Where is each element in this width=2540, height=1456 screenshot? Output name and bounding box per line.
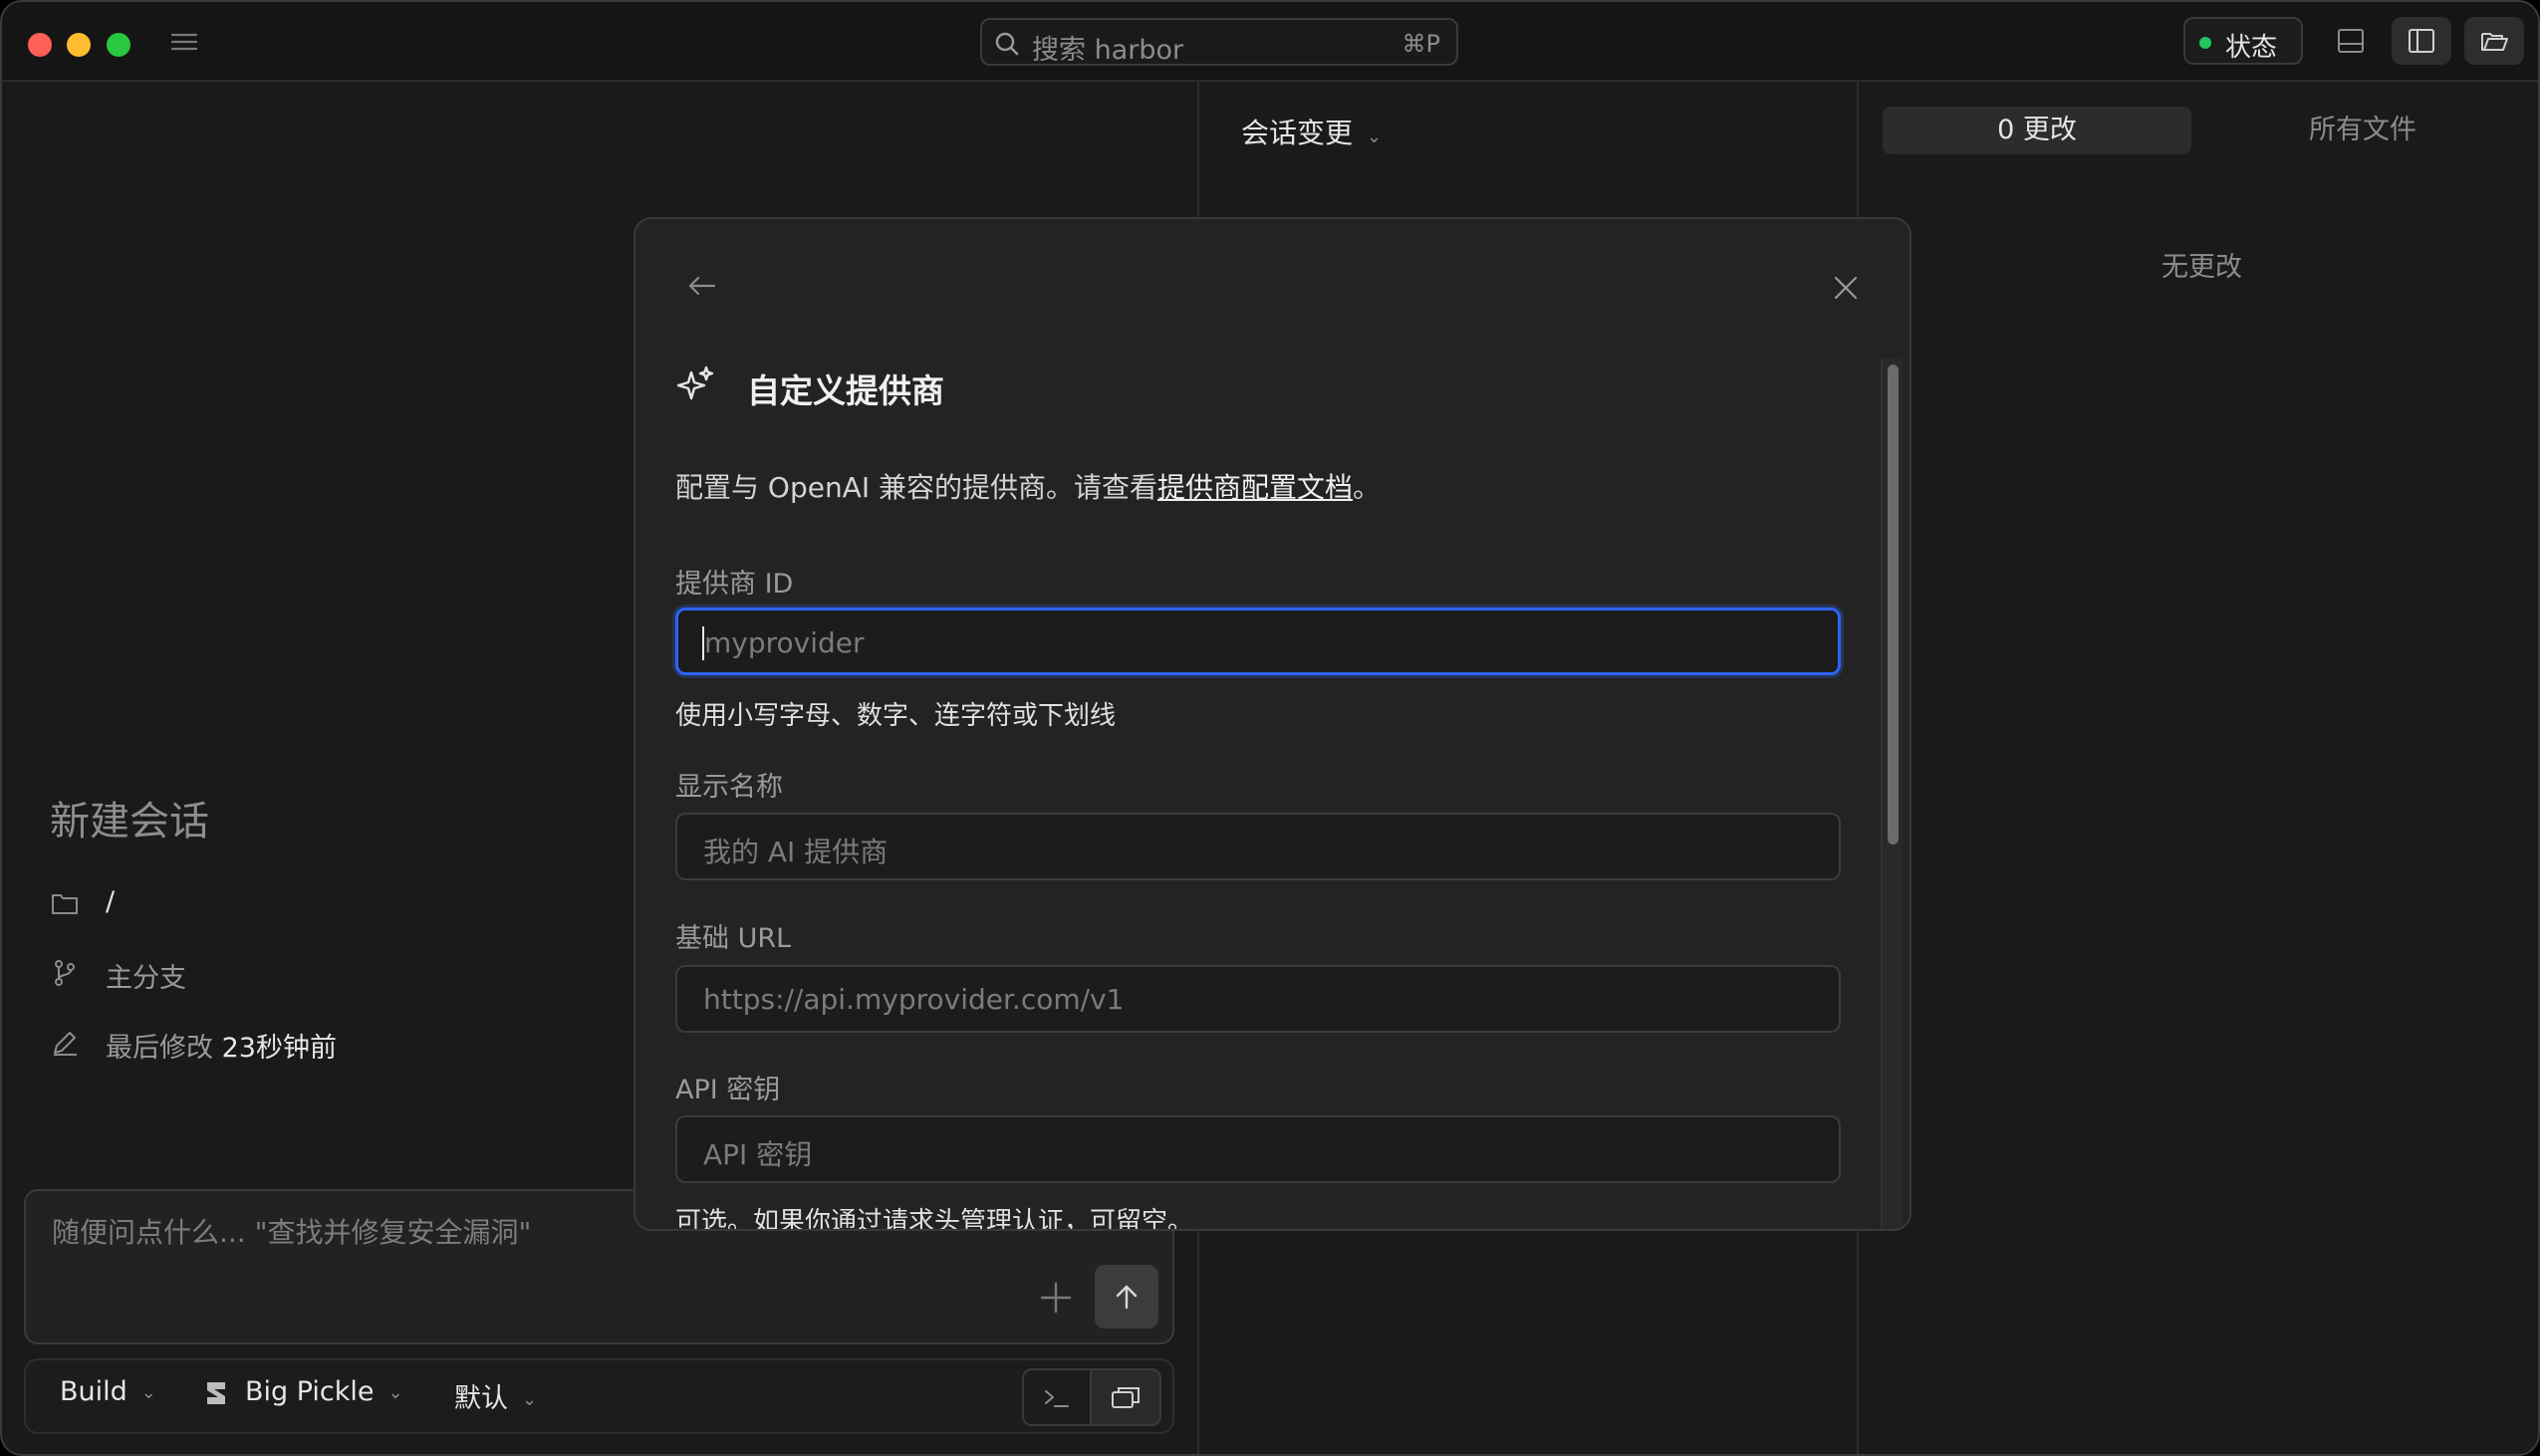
variant-label: 默认 [454,1383,508,1414]
close-icon [1834,276,1858,300]
api-key-help: 可选。如果你通过请求头管理认证，可留空。 [675,1207,1194,1231]
base-url-label: 基础 URL [675,923,792,954]
title-bar: 搜索 harbor ⌘P 状态 [2,2,2538,82]
model-label: Big Pickle [245,1376,375,1407]
toggle-sidebar-button[interactable] [2392,17,2451,65]
display-name-input[interactable]: 我的 AI 提供商 [675,813,1841,880]
search-bar[interactable]: 搜索 harbor ⌘P [980,18,1458,66]
status-indicator [2199,37,2211,49]
git-branch-icon [50,958,80,988]
maximize-window-button[interactable] [107,33,130,57]
api-key-placeholder: API 密钥 [703,1138,813,1171]
chevron-down-icon: ⌄ [387,1382,403,1403]
api-key-input[interactable]: API 密钥 [675,1115,1841,1183]
agent-selector[interactable]: Build ⌄ [60,1376,156,1407]
provider-id-input[interactable]: myprovider [675,607,1841,675]
search-shortcut: ⌘P [1401,30,1440,58]
arrow-up-icon [1116,1285,1138,1310]
model-selector[interactable]: Big Pickle ⌄ [205,1376,403,1407]
custom-provider-dialog: 自定义提供商 配置与 OpenAI 兼容的提供商。请查看提供商配置文档。 提供商… [634,217,1911,1231]
dialog-title: 自定义提供商 [747,371,944,410]
provider-id-help: 使用小写字母、数字、连字符或下划线 [675,701,1117,731]
provider-docs-link[interactable]: 提供商配置文档 [1157,471,1353,504]
session-modified: 最后修改 23秒钟前 [106,1026,337,1065]
sidebar-icon [2409,29,2434,53]
status-label: 状态 [2225,33,2278,63]
window-toggle-button[interactable] [1092,1368,1161,1426]
tab-all-files[interactable]: 所有文件 [2213,107,2512,154]
description-suffix: 。 [1353,471,1382,504]
composer-toolbar: Build ⌄ Big Pickle ⌄ 默认 ⌄ [24,1358,1174,1434]
sparkles-icon [675,364,715,404]
chevron-down-icon: ⌄ [522,1389,538,1410]
add-attachment-button[interactable] [1037,1279,1075,1317]
session-branch: 主分支 [106,963,186,994]
dialog-description: 配置与 OpenAI 兼容的提供商。请查看提供商配置文档。 [675,466,1381,506]
session-changes-selector[interactable]: 会话变更 ⌄ [1241,112,1382,151]
status-button[interactable]: 状态 [2183,17,2303,65]
arrow-left-icon [688,276,716,296]
send-button[interactable] [1095,1265,1158,1329]
empty-state-text: 无更改 [2161,252,2242,283]
chevron-down-icon: ⌄ [140,1382,156,1403]
description-text: 配置与 OpenAI 兼容的提供商。请查看 [675,471,1157,504]
changes-title: 会话变更 [1241,117,1354,149]
provider-id-label: 提供商 ID [675,569,794,600]
edit-icon [50,1028,80,1058]
terminal-icon [1045,1390,1069,1407]
provider-id-placeholder: myprovider [704,626,865,659]
display-name-label: 显示名称 [675,772,783,803]
close-window-button[interactable] [28,33,52,57]
chevron-down-icon: ⌄ [1367,126,1383,147]
tab-changes[interactable]: 0 更改 [1883,107,2191,154]
variant-selector[interactable]: 默认 ⌄ [454,1376,537,1415]
display-name-placeholder: 我的 AI 提供商 [703,836,889,868]
close-dialog-button[interactable] [1831,273,1861,303]
agent-label: Build [60,1376,127,1407]
windows-icon [1112,1387,1140,1408]
panel-bottom-icon [2338,29,2364,53]
prompt-input[interactable]: 随便问点什么... "查找并修复安全漏洞" [52,1211,531,1251]
open-folder-button[interactable] [2464,17,2524,65]
terminal-button[interactable] [1022,1368,1092,1426]
api-key-label: API 密钥 [675,1075,781,1105]
folder-icon [50,888,80,918]
app-window: 搜索 harbor ⌘P 状态 新建会话 / 主分支 最后修改 23秒钟前 随便… [0,0,2540,1456]
minimize-window-button[interactable] [67,33,91,57]
search-placeholder: 搜索 harbor [1032,35,1184,66]
dialog-scrollbar-thumb[interactable] [1888,364,1899,845]
base-url-placeholder: https://api.myprovider.com/v1 [703,983,1125,1016]
session-title: 新建会话 [50,799,209,845]
modified-label: 最后修改 [106,1033,213,1064]
search-icon [994,31,1020,57]
back-button[interactable] [685,269,719,303]
menu-icon[interactable] [169,30,199,54]
session-path: / [106,886,116,917]
plus-icon [1040,1282,1072,1314]
provider-logo-icon [205,1380,227,1406]
folder-open-icon [2481,33,2508,51]
toggle-bottom-panel-button[interactable] [2321,17,2381,65]
base-url-input[interactable]: https://api.myprovider.com/v1 [675,965,1841,1033]
modified-value: 23秒钟前 [221,1033,337,1064]
